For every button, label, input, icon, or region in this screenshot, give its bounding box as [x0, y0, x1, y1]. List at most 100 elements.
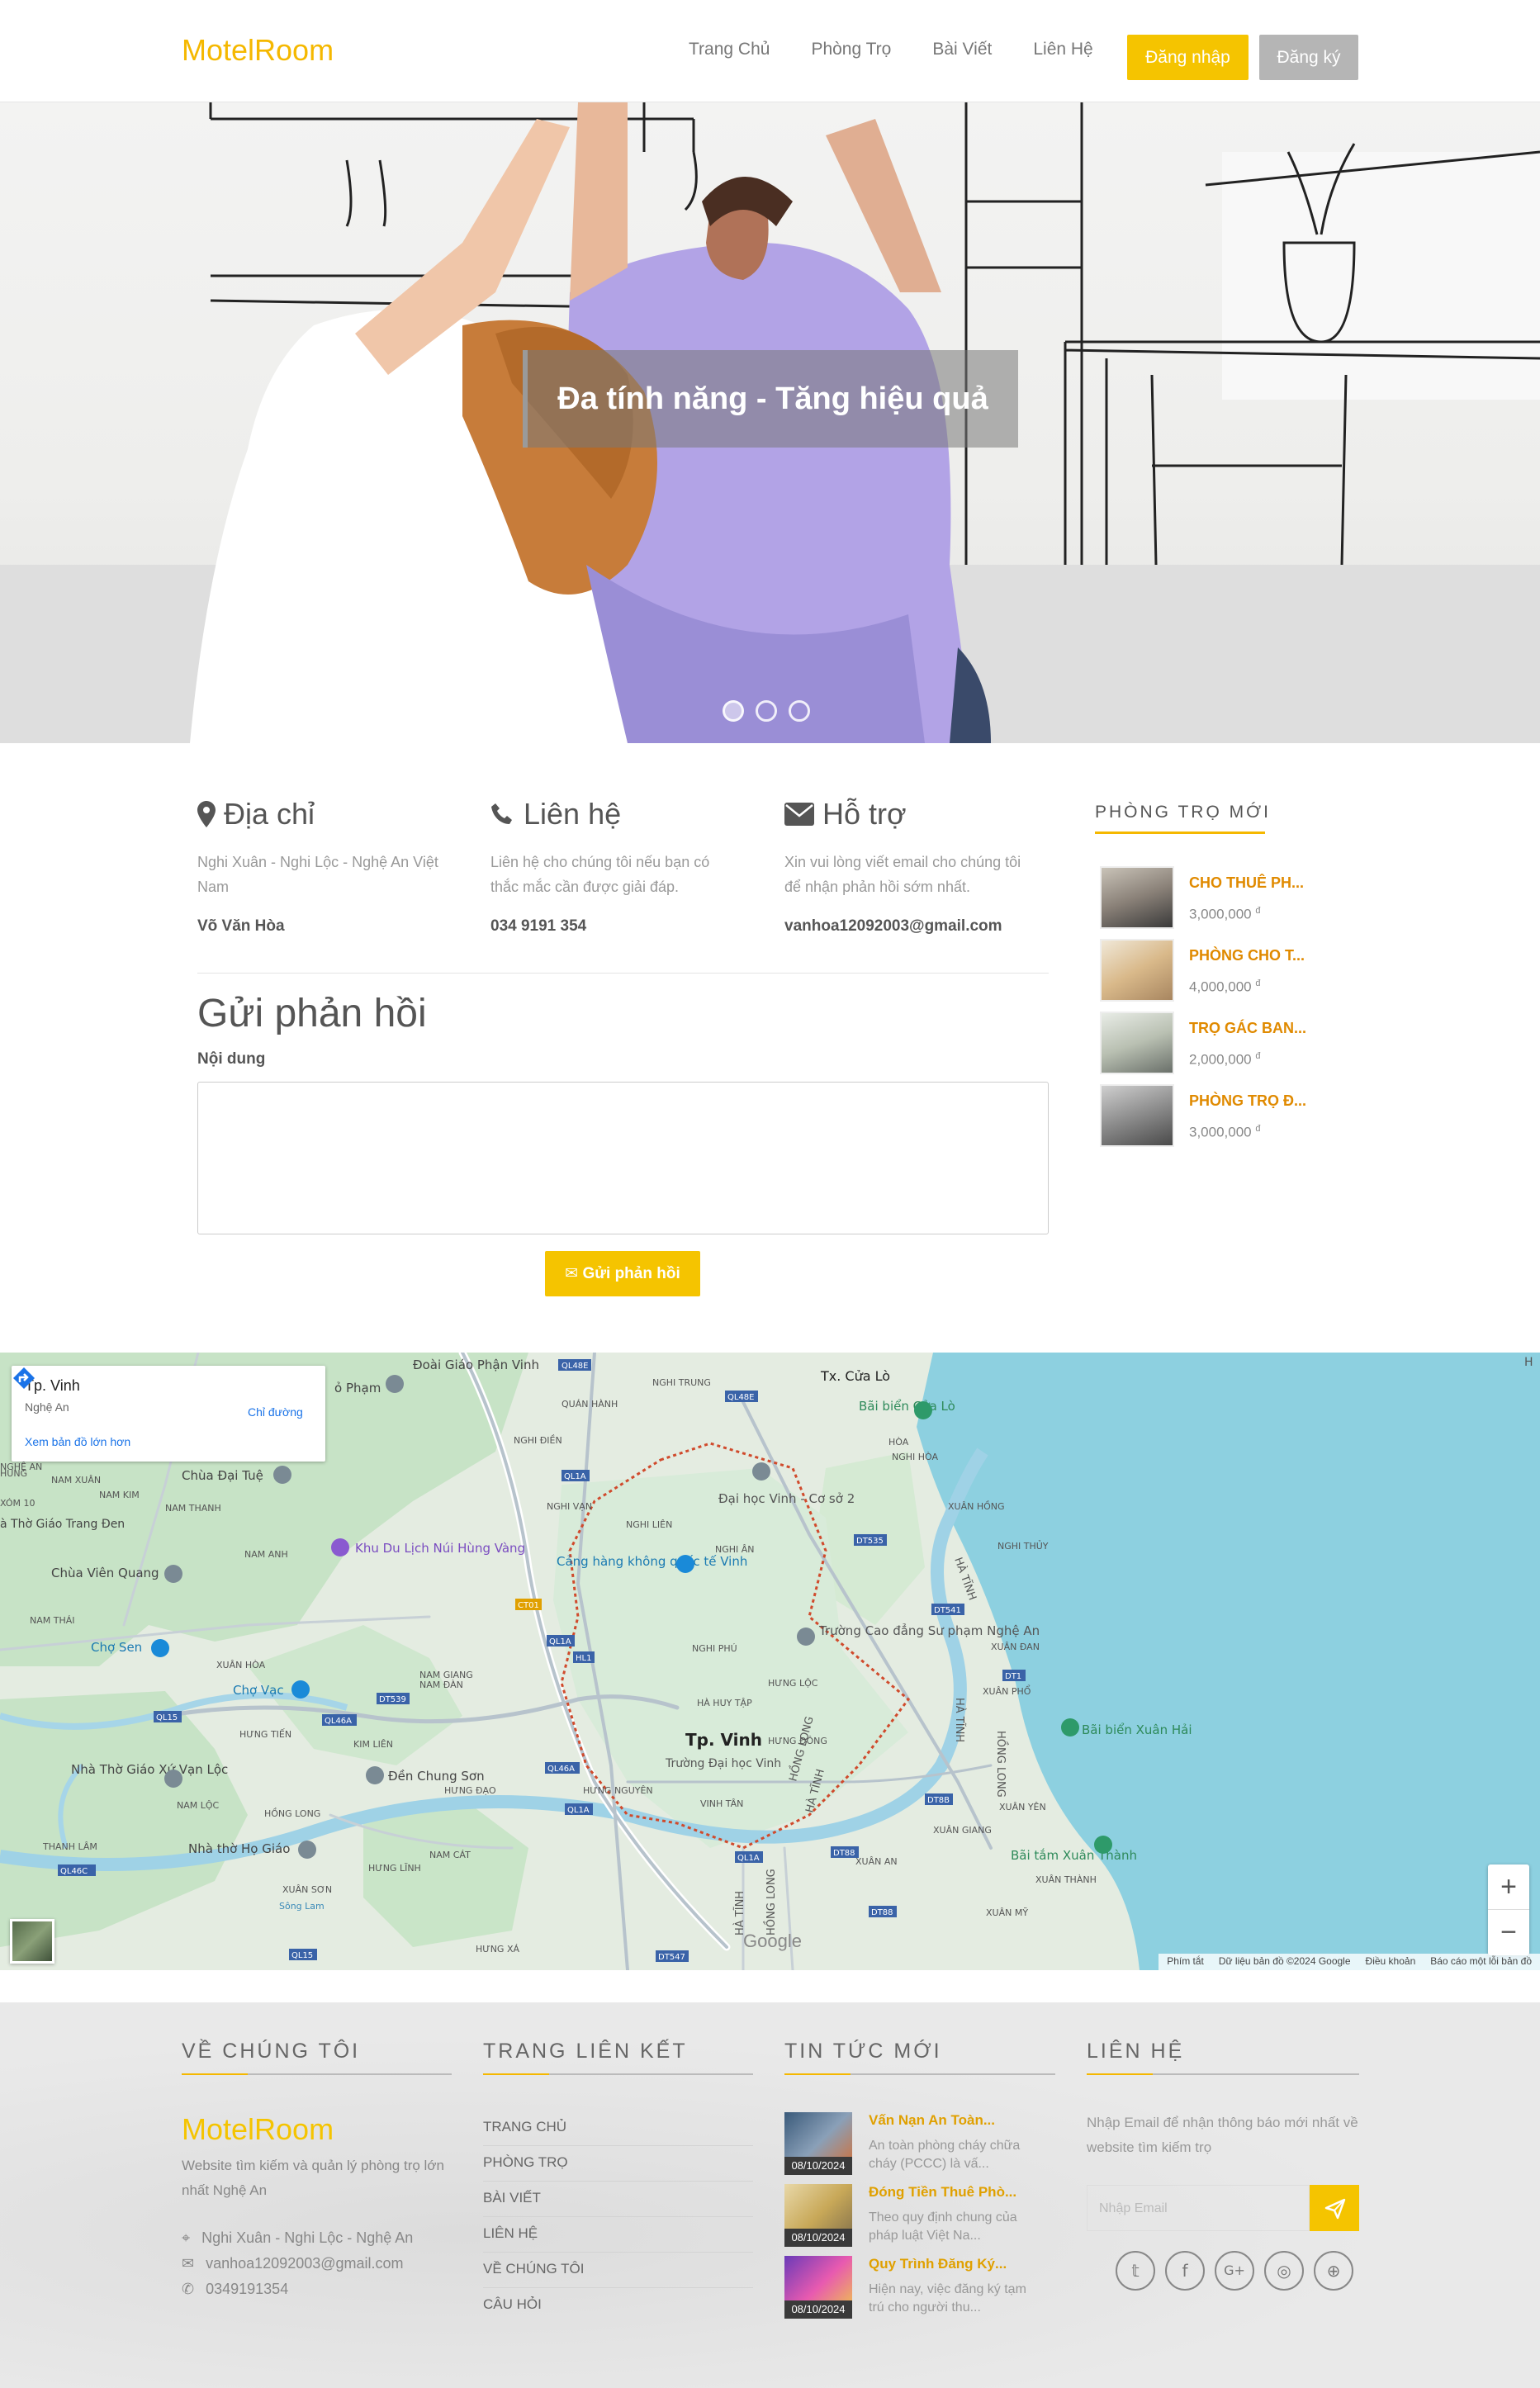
svg-text:XUÂN SƠN: XUÂN SƠN [282, 1884, 332, 1895]
svg-text:HỒNG LONG: HỒNG LONG [264, 1808, 320, 1819]
nav-link-home[interactable]: Trang Chủ [689, 40, 770, 59]
map-marker-icon [197, 801, 216, 827]
footer-link-rooms[interactable]: PHÒNG TRỌ [483, 2154, 753, 2182]
room-thumbnail[interactable] [1100, 866, 1174, 929]
info-contact: Liên hệ Liên hệ cho chúng tôi nếu bạn có… [490, 797, 738, 936]
svg-text:NGHI TRUNG: NGHI TRUNG [652, 1377, 711, 1388]
room-name[interactable]: PHÒNG CHO T... [1189, 947, 1305, 964]
svg-text:HÀ HUY TẬP: HÀ HUY TẬP [697, 1698, 752, 1708]
site-logo[interactable]: MotelRoom [182, 33, 334, 68]
room-price: 2,000,000 đ [1189, 1051, 1261, 1068]
hero-carousel[interactable]: Đa tính năng - Tăng hiệu quả [0, 102, 1540, 743]
divider [197, 973, 1049, 974]
footer-link-faq[interactable]: CÂU HỎI [483, 2296, 753, 2323]
svg-text:Nhà thờ Họ Giáo: Nhà thờ Họ Giáo [188, 1841, 290, 1856]
footer-link-posts[interactable]: BÀI VIẾT [483, 2190, 753, 2217]
svg-text:HỒNG LONG: HỒNG LONG [764, 1869, 778, 1936]
feedback-textarea[interactable] [197, 1082, 1049, 1234]
room-thumbnail[interactable] [1100, 1012, 1174, 1074]
svg-text:à Thờ Giáo Trang Đen: à Thờ Giáo Trang Đen [0, 1518, 125, 1531]
map-data-attribution: Dữ liệu bản đồ ©2024 Google [1218, 1955, 1351, 1967]
svg-text:Đoài Giáo Phận Vinh: Đoài Giáo Phận Vinh [413, 1357, 539, 1372]
info-address-value: Võ Văn Hòa [197, 917, 285, 935]
room-name[interactable]: TRỌ GÁC BAN... [1189, 1020, 1306, 1037]
satellite-toggle[interactable] [10, 1919, 54, 1964]
svg-text:DT547: DT547 [658, 1953, 685, 1962]
larger-map-link[interactable]: Xem bản đồ lớn hơn [25, 1435, 130, 1448]
svg-text:DT88: DT88 [833, 1849, 855, 1858]
info-support-desc: Xin vui lòng viết email cho chúng tôi để… [784, 854, 1021, 895]
room-thumbnail[interactable] [1100, 1084, 1174, 1147]
hero-caption: Đa tính năng - Tăng hiệu quả [523, 350, 1018, 448]
footer-link-about[interactable]: VỀ CHÚNG TÔI [483, 2261, 753, 2288]
room-item[interactable]: CHO THUÊ PH... 3,000,000 đ [1100, 866, 1348, 932]
svg-text:DT88: DT88 [871, 1908, 893, 1917]
zoom-in-button[interactable]: + [1488, 1864, 1529, 1910]
news-title[interactable]: Đóng Tiền Thuê Phò... [869, 2184, 1016, 2201]
dribbble-icon[interactable]: ⊕ [1314, 2251, 1353, 2291]
main-nav: Trang Chủ Phòng Trọ Bài Viết Liên Hệ [689, 40, 1135, 59]
carousel-dot-1[interactable] [723, 700, 744, 722]
footer-about-desc: Website tìm kiếm và quản lý phòng trọ lớ… [182, 2158, 444, 2198]
twitter-icon[interactable]: 𝕥 [1116, 2251, 1155, 2291]
login-button[interactable]: Đăng nhập [1127, 35, 1249, 80]
footer-link-contact[interactable]: LIÊN HỆ [483, 2225, 753, 2253]
room-item[interactable]: PHÒNG CHO T... 4,000,000 đ [1100, 939, 1348, 1005]
google-plus-icon[interactable]: G+ [1215, 2251, 1254, 2291]
footer-logo[interactable]: MotelRoom [182, 2112, 334, 2147]
newsletter-email-input[interactable]: Nhập Email [1087, 2185, 1310, 2231]
svg-text:NGHI THỦY: NGHI THỦY [997, 1540, 1049, 1552]
svg-text:NAM CÁT: NAM CÁT [429, 1850, 471, 1860]
instagram-icon[interactable]: ◎ [1264, 2251, 1304, 2291]
footer-news-heading: TIN TỨC MỚI [784, 2040, 1055, 2075]
zoom-out-button[interactable]: − [1488, 1910, 1529, 1955]
svg-text:XUÂN HỒNG: XUÂN HỒNG [948, 1500, 1005, 1512]
footer-link-home[interactable]: TRANG CHỦ [483, 2119, 753, 2146]
news-item[interactable]: 08/10/2024 Quy Trình Đăng Ký... Hiện nay… [784, 2256, 1040, 2330]
directions-link[interactable]: Chỉ đường [248, 1405, 303, 1419]
nav-link-contact[interactable]: Liên Hệ [1033, 40, 1092, 59]
svg-text:QL46C: QL46C [60, 1867, 88, 1876]
send-feedback-button[interactable]: ✉ Gửi phản hồi [545, 1251, 700, 1296]
news-date: 08/10/2024 [784, 2229, 852, 2247]
phone-icon [491, 803, 512, 824]
room-name[interactable]: PHÒNG TRỌ Đ... [1189, 1092, 1306, 1110]
news-desc: An toàn phòng cháy chữa cháy (PCCC) là v… [869, 2139, 1021, 2171]
report-error-link[interactable]: Báo cáo một lỗi bản đồ [1430, 1955, 1532, 1969]
nav-link-posts[interactable]: Bài Viết [932, 40, 992, 59]
footer-contact-heading: LIÊN HỆ [1087, 2040, 1359, 2075]
map-footer: Phím tắt Dữ liệu bản đồ ©2024 Google Điề… [1159, 1954, 1540, 1970]
room-thumbnail[interactable] [1100, 939, 1174, 1002]
carousel-dot-2[interactable] [756, 700, 777, 722]
facebook-icon[interactable]: f [1165, 2251, 1205, 2291]
room-price: 3,000,000 đ [1189, 906, 1261, 922]
news-title[interactable]: Quy Trình Đăng Ký... [869, 2256, 1007, 2272]
register-button[interactable]: Đăng ký [1259, 35, 1358, 80]
svg-text:QL1A: QL1A [564, 1472, 586, 1481]
room-name[interactable]: CHO THUÊ PH... [1189, 874, 1304, 892]
news-title[interactable]: Vấn Nạn An Toàn... [869, 2112, 995, 2129]
svg-text:Bãi tắm Xuân Thành: Bãi tắm Xuân Thành [1011, 1848, 1137, 1863]
map-place-region: Nghệ An [25, 1400, 69, 1414]
info-contact-value: 034 9191 354 [490, 917, 587, 935]
keyboard-shortcuts-link[interactable]: Phím tắt [1167, 1955, 1204, 1969]
svg-text:XUÂN YÊN: XUÂN YÊN [999, 1802, 1046, 1812]
terms-link[interactable]: Điều khoản [1366, 1955, 1416, 1969]
news-item[interactable]: 08/10/2024 Đóng Tiền Thuê Phò... Theo qu… [784, 2184, 1040, 2258]
room-item[interactable]: PHÒNG TRỌ Đ... 3,000,000 đ [1100, 1084, 1348, 1150]
directions-icon[interactable] [12, 1366, 36, 1391]
info-support-value: vanhoa12092003@gmail.com [784, 917, 1002, 935]
room-item[interactable]: TRỌ GÁC BAN... 2,000,000 đ [1100, 1012, 1348, 1078]
svg-text:QL46A: QL46A [547, 1765, 575, 1774]
carousel-dot-3[interactable] [789, 700, 810, 722]
google-map[interactable]: Đoài Giáo Phận Vinh ỏ Phạm XÓM 10 à Thờ … [0, 1353, 1540, 1970]
svg-text:DT8B: DT8B [927, 1796, 950, 1805]
send-feedback-label: Gửi phản hồi [582, 1265, 680, 1282]
news-item[interactable]: 08/10/2024 Vấn Nạn An Toàn... An toàn ph… [784, 2112, 1040, 2187]
svg-text:Nhà Thờ Giáo Xứ Vạn Lộc: Nhà Thờ Giáo Xứ Vạn Lộc [71, 1762, 228, 1777]
newsletter-submit-button[interactable] [1310, 2185, 1359, 2231]
svg-text:XÓM 10: XÓM 10 [0, 1498, 35, 1509]
nav-link-rooms[interactable]: Phòng Trọ [811, 40, 891, 59]
svg-text:NAM THÁI: NAM THÁI [30, 1615, 75, 1626]
map-marker-icon: ⌖ [182, 2229, 191, 2246]
